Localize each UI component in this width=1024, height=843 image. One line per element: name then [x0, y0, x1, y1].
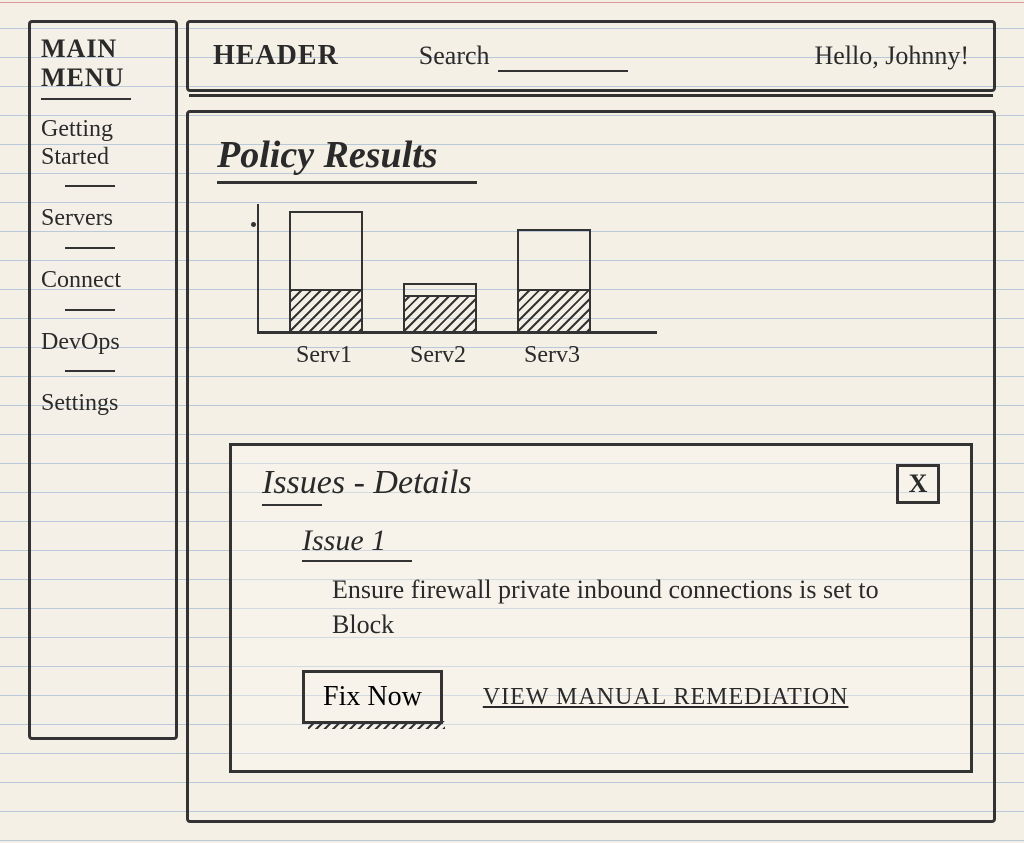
divider [302, 560, 412, 562]
sidebar-item-getting-started[interactable]: Getting Started [41, 116, 165, 171]
close-button[interactable]: X [896, 464, 940, 504]
sidebar-title-line2: MENU [41, 64, 165, 93]
divider [65, 185, 115, 187]
chart-bar-fill [405, 295, 475, 331]
divider [189, 94, 993, 97]
sidebar-item-devops[interactable]: DevOps [41, 329, 165, 357]
chart-bar-serv3[interactable] [517, 229, 591, 331]
issues-panel-title: Issues - Details [262, 464, 472, 502]
divider [65, 247, 115, 249]
chart-label: Serv3 [515, 342, 589, 369]
header: HEADER Search Hello, Johnny! [186, 20, 996, 92]
header-title: HEADER [213, 40, 339, 72]
policy-chart [257, 204, 657, 334]
close-icon: X [909, 469, 928, 499]
chart-label: Serv2 [401, 342, 475, 369]
sidebar-item-servers[interactable]: Servers [41, 205, 165, 233]
view-manual-remediation-link[interactable]: VIEW MANUAL REMEDIATION [483, 684, 849, 711]
chart-bar-fill [291, 289, 361, 331]
issues-panel: Issues - Details X Issue 1 Ensure firewa… [229, 443, 973, 773]
user-greeting: Hello, Johnny! [814, 41, 969, 71]
fix-now-button[interactable]: Fix Now [302, 670, 443, 724]
divider [262, 504, 322, 506]
chart-label: Serv1 [287, 342, 361, 369]
issue-description: Ensure firewall private inbound connecti… [332, 572, 940, 642]
axis-mark [251, 222, 256, 227]
main-content: Policy Results Serv1 Serv2 Serv3 Issues … [186, 110, 996, 823]
chart-bar-serv2[interactable] [403, 283, 477, 331]
search: Search [419, 41, 628, 72]
divider [217, 181, 477, 184]
sidebar-title: MAIN MENU [41, 35, 165, 92]
sidebar-title-line1: MAIN [41, 35, 165, 64]
chart-x-labels: Serv1 Serv2 Serv3 [287, 342, 965, 369]
search-label: Search [419, 41, 490, 71]
divider [65, 309, 115, 311]
divider [65, 370, 115, 372]
chart-bar-serv1[interactable] [289, 211, 363, 331]
issue-name: Issue 1 [302, 524, 940, 558]
chart-bar-fill [519, 289, 589, 331]
divider [41, 98, 131, 100]
search-input[interactable] [498, 47, 628, 72]
sidebar: MAIN MENU Getting Started Servers Connec… [28, 20, 178, 740]
sidebar-item-connect[interactable]: Connect [41, 267, 165, 295]
sidebar-item-settings[interactable]: Settings [41, 390, 165, 418]
page-title: Policy Results [217, 133, 965, 177]
